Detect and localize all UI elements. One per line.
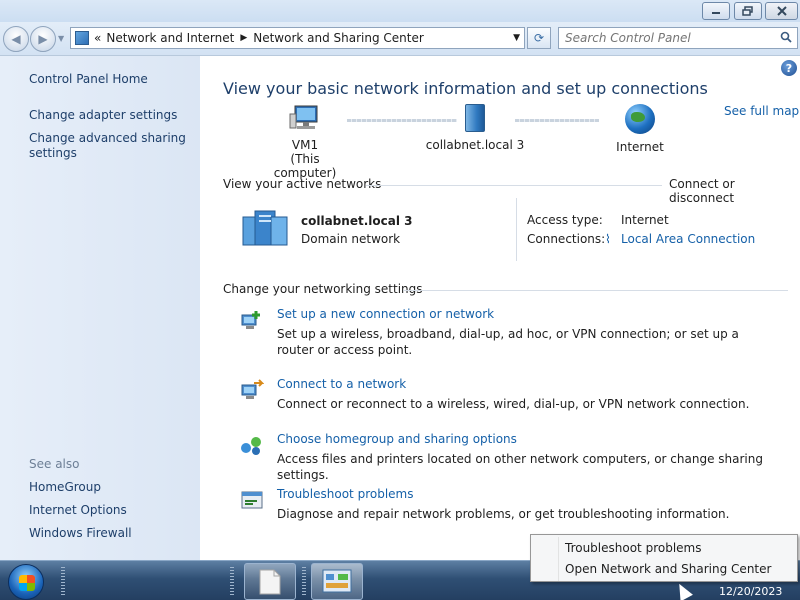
new-connection-icon[interactable]	[240, 309, 264, 331]
tray-context-menu: Troubleshoot problems Open Network and S…	[530, 534, 798, 582]
breadcrumb-network-and-internet[interactable]: Network and Internet	[106, 31, 234, 45]
task-connect-network: Connect to a network Connect or reconnec…	[240, 377, 800, 413]
see-full-map-link[interactable]: See full map	[724, 104, 799, 118]
troubleshoot-icon[interactable]	[240, 489, 264, 511]
map-network-name: collabnet.local 3	[425, 138, 525, 152]
network-icon	[465, 104, 485, 132]
menu-item-open-network-sharing-center[interactable]: Open Network and Sharing Center	[565, 562, 771, 576]
map-computer-node[interactable]: VM1 (This computer)	[260, 104, 350, 180]
change-adapter-settings-link[interactable]: Change adapter settings	[29, 108, 194, 123]
help-icon: ?	[785, 61, 793, 75]
recent-pages-dropdown[interactable]: ▼	[58, 34, 64, 43]
taskbar-grip[interactable]	[61, 567, 65, 595]
tray-date[interactable]: 12/20/2023	[719, 585, 782, 598]
access-type-label: Access type:	[527, 213, 603, 227]
search-input[interactable]	[565, 28, 775, 48]
change-settings-label: Change your networking settings	[223, 282, 423, 296]
main-content: ? View your basic network information an…	[200, 56, 800, 560]
restore-icon	[742, 6, 753, 16]
breadcrumb-network-and-sharing-center[interactable]: Network and Sharing Center	[253, 31, 424, 45]
close-button[interactable]	[765, 2, 798, 20]
control-panel-home-link[interactable]: Control Panel Home	[29, 72, 194, 87]
setup-connection-description: Set up a wireless, broadband, dial-up, a…	[277, 327, 739, 357]
refresh-button[interactable]: ⟳	[527, 27, 551, 49]
taskbar-grip[interactable]	[302, 567, 306, 595]
taskbar-control-panel-button[interactable]	[311, 563, 363, 600]
see-also-label: See also	[29, 457, 80, 471]
back-button[interactable]: ◀	[3, 26, 29, 52]
search-box[interactable]	[558, 27, 798, 49]
active-networks-label: View your active networks	[223, 177, 382, 191]
help-button[interactable]: ?	[781, 60, 797, 76]
active-network-name: collabnet.local 3	[301, 214, 413, 228]
menu-gutter	[558, 537, 559, 581]
address-bar[interactable]: « Network and Internet ▶ Network and Sha…	[70, 27, 525, 49]
taskbar-grip[interactable]	[230, 567, 234, 595]
change-advanced-sharing-settings-link[interactable]: Change advanced sharing settings	[29, 131, 194, 161]
homegroup-link[interactable]: HomeGroup	[29, 480, 194, 495]
task-troubleshoot: Troubleshoot problems Diagnose and repai…	[240, 487, 800, 523]
refresh-icon: ⟳	[533, 31, 545, 45]
homegroup-icon[interactable]	[240, 434, 264, 456]
task-homegroup: Choose homegroup and sharing options Acc…	[240, 432, 800, 482]
homegroup-sharing-link[interactable]: Choose homegroup and sharing options	[277, 432, 517, 446]
network-type-link[interactable]: Domain network	[301, 232, 400, 246]
connect-to-network-description: Connect or reconnect to a wireless, wire…	[277, 397, 750, 411]
control-panel-icon	[75, 31, 89, 45]
breadcrumb-prefix[interactable]: «	[94, 31, 101, 45]
breadcrumb-separator-icon[interactable]: ▶	[240, 33, 247, 43]
document-icon	[259, 569, 281, 595]
access-type-value: Internet	[621, 213, 669, 227]
start-button[interactable]	[8, 564, 44, 600]
connect-network-icon[interactable]	[240, 379, 264, 401]
map-connector-line	[515, 119, 599, 122]
homegroup-sharing-description: Access files and printers located on oth…	[277, 452, 763, 482]
page-title: View your basic network information and …	[223, 79, 708, 98]
windows-firewall-link[interactable]: Windows Firewall	[29, 526, 194, 541]
internet-options-link[interactable]: Internet Options	[29, 503, 194, 518]
vertical-divider	[516, 198, 517, 261]
domain-network-icon[interactable]	[241, 207, 289, 247]
connect-or-disconnect-link[interactable]: Connect or disconnect	[669, 177, 800, 205]
control-panel-icon	[322, 569, 352, 593]
forward-arrow-icon: ▶	[38, 32, 48, 46]
task-setup-connection: Set up a new connection or network Set u…	[240, 307, 800, 357]
maximize-button[interactable]	[734, 2, 762, 20]
map-network-node[interactable]: collabnet.local 3	[410, 104, 540, 152]
forward-button[interactable]: ▶	[30, 26, 56, 52]
troubleshoot-problems-link[interactable]: Troubleshoot problems	[277, 487, 413, 501]
computer-subtitle: (This computer)	[273, 152, 337, 180]
search-icon[interactable]	[780, 31, 792, 43]
map-internet-node[interactable]: Internet	[600, 104, 680, 154]
minimize-button[interactable]	[702, 2, 730, 20]
troubleshoot-problems-description: Diagnose and repair network problems, or…	[277, 507, 730, 521]
setup-connection-link[interactable]: Set up a new connection or network	[277, 307, 494, 321]
local-area-connection-link[interactable]: Local Area Connection	[621, 232, 755, 246]
map-internet-label: Internet	[616, 140, 664, 154]
computer-icon	[289, 104, 321, 132]
navigation-bar: ◀ ▶ ▼ « Network and Internet ▶ Network a…	[0, 22, 800, 56]
close-icon	[776, 6, 787, 16]
connect-to-network-link[interactable]: Connect to a network	[277, 377, 406, 391]
taskbar-document-button[interactable]	[244, 563, 296, 600]
minimize-icon	[712, 12, 720, 14]
menu-item-troubleshoot-problems[interactable]: Troubleshoot problems	[565, 541, 701, 555]
address-dropdown-icon[interactable]: ▼	[513, 33, 520, 43]
ethernet-icon: ⌇	[605, 232, 611, 246]
task-pane: Control Panel Home Change adapter settin…	[0, 56, 200, 560]
back-arrow-icon: ◀	[11, 32, 21, 46]
globe-icon	[625, 104, 655, 134]
section-divider	[403, 290, 788, 291]
connections-label: Connections:	[527, 232, 606, 246]
section-divider	[366, 185, 662, 186]
computer-name: VM1	[291, 138, 319, 152]
